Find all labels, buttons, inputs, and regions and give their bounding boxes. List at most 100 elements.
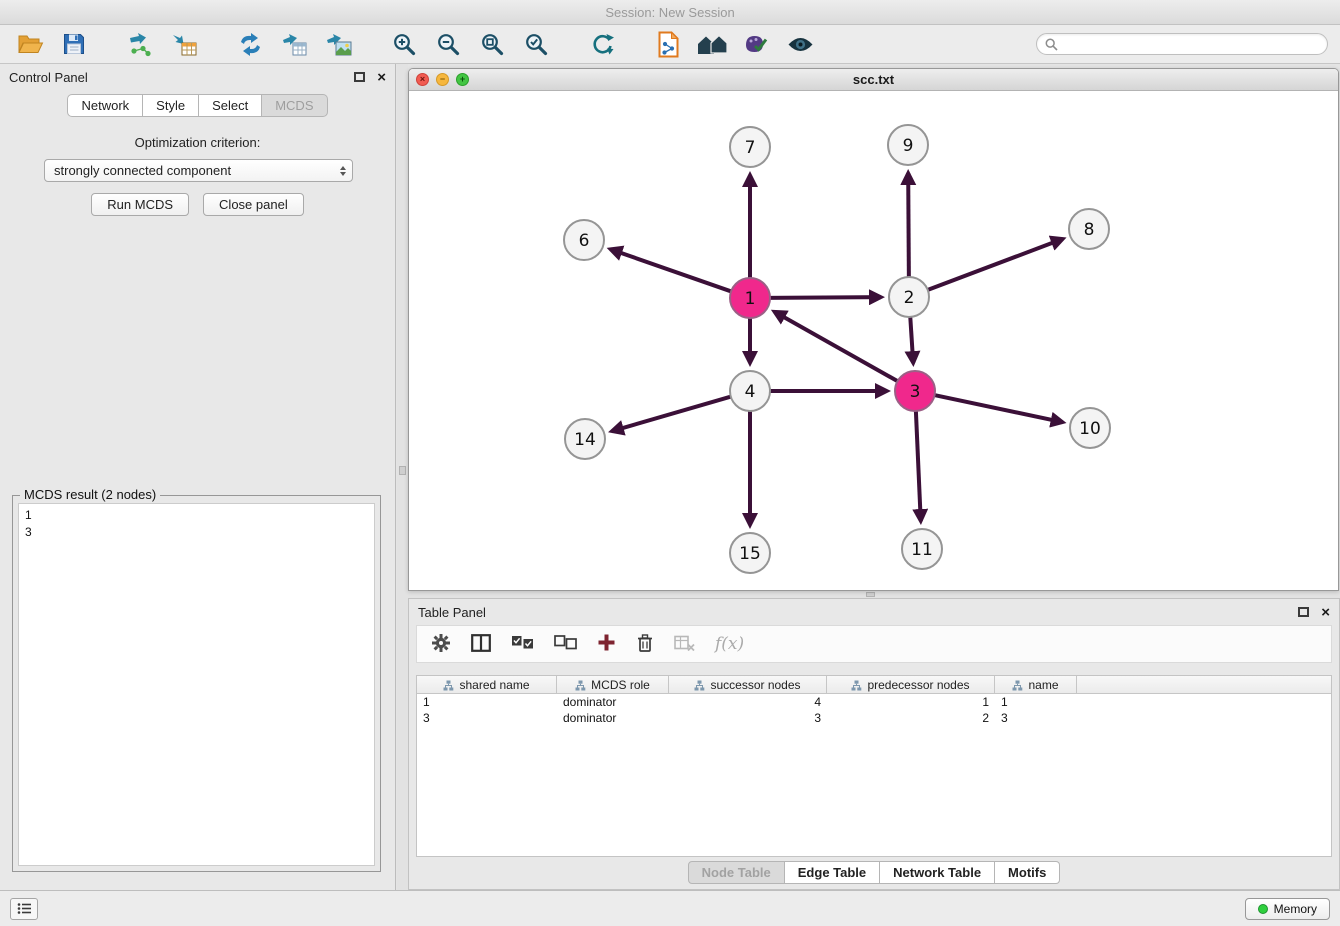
table-cell[interactable]: 1: [417, 694, 557, 710]
zoom-in-button[interactable]: [386, 28, 422, 60]
table-cell[interactable]: dominator: [557, 694, 669, 710]
graph-edge-3-1[interactable]: [774, 312, 899, 382]
save-button[interactable]: [56, 28, 92, 60]
float-panel-icon[interactable]: [354, 72, 365, 82]
tab-network[interactable]: Network: [67, 94, 143, 117]
run-mcds-button[interactable]: Run MCDS: [91, 193, 189, 216]
column-type-icon: [851, 680, 862, 691]
search-area: [1036, 33, 1328, 55]
network-graph[interactable]: 7 9 6 8 1 2 4 3 14 10 15 11: [409, 91, 1338, 591]
zoom-fit-button[interactable]: [474, 28, 510, 60]
export-table-button[interactable]: [276, 28, 312, 60]
show-details-button[interactable]: [782, 28, 818, 60]
zoom-out-button[interactable]: [430, 28, 466, 60]
graph-node-11[interactable]: 11: [902, 529, 942, 569]
column-header-successor-nodes[interactable]: successor nodes: [669, 676, 827, 694]
network-document-button[interactable]: [650, 28, 686, 60]
mcds-result-content[interactable]: 1 3: [18, 503, 375, 866]
tab-network-table[interactable]: Network Table: [880, 861, 995, 884]
zoom-selected-button[interactable]: [518, 28, 554, 60]
export-network-button[interactable]: [232, 28, 268, 60]
splitter-handle[interactable]: [866, 592, 875, 597]
table-settings-button[interactable]: [431, 633, 451, 656]
graph-node-7[interactable]: 7: [730, 127, 770, 167]
graph-edge-1-6[interactable]: [610, 249, 733, 292]
import-network-button[interactable]: [122, 28, 158, 60]
graph-node-6[interactable]: 6: [564, 220, 604, 260]
graph-edge-3-10[interactable]: [933, 395, 1063, 422]
tab-edge-table[interactable]: Edge Table: [785, 861, 880, 884]
table-row[interactable]: 1dominator411: [417, 694, 1331, 710]
tab-mcds[interactable]: MCDS: [262, 94, 327, 117]
apply-style-button[interactable]: [738, 28, 774, 60]
maximize-window-button[interactable]: +: [456, 73, 469, 86]
column-header-predecessor-nodes[interactable]: predecessor nodes: [827, 676, 995, 694]
tab-style[interactable]: Style: [143, 94, 199, 117]
search-field[interactable]: [1036, 33, 1328, 55]
close-panel-icon[interactable]: ×: [377, 70, 386, 85]
deselect-all-button[interactable]: [554, 635, 577, 653]
table-cell[interactable]: dominator: [557, 710, 669, 726]
column-header-shared-name[interactable]: shared name: [417, 676, 557, 694]
graph-node-15[interactable]: 15: [730, 533, 770, 573]
refresh-icon: [590, 32, 615, 57]
table-cell[interactable]: 3: [995, 710, 1077, 726]
show-columns-button[interactable]: [471, 634, 491, 655]
graph-edge-3-11[interactable]: [916, 409, 921, 521]
graph-edge-4-14[interactable]: [612, 396, 733, 431]
column-type-icon: [575, 680, 586, 691]
network-canvas[interactable]: 7 9 6 8 1 2 4 3 14 10 15 11: [409, 91, 1338, 590]
task-history-button[interactable]: [10, 898, 38, 920]
graph-node-2[interactable]: 2: [889, 277, 929, 317]
column-header-name[interactable]: name: [995, 676, 1077, 694]
zoom-in-icon: [392, 32, 417, 57]
graph-edge-1-2[interactable]: [768, 297, 881, 298]
table-cell[interactable]: 1: [995, 694, 1077, 710]
graph-edge-2-3[interactable]: [910, 315, 913, 363]
table-row[interactable]: 3dominator323: [417, 710, 1331, 726]
function-builder-button[interactable]: f(x): [715, 634, 744, 654]
graph-node-9[interactable]: 9: [888, 125, 928, 165]
graph-node-10[interactable]: 10: [1070, 408, 1110, 448]
graph-node-8[interactable]: 8: [1069, 209, 1109, 249]
graph-edge-2-8[interactable]: [926, 239, 1063, 291]
add-column-button[interactable]: [597, 633, 616, 655]
import-table-button[interactable]: [166, 28, 202, 60]
column-header-MCDS-role[interactable]: MCDS role: [557, 676, 669, 694]
float-table-panel-icon[interactable]: [1298, 607, 1309, 617]
optimization-criterion-select[interactable]: strongly connected component: [44, 159, 353, 182]
graph-node-1[interactable]: 1: [730, 278, 770, 318]
open-button[interactable]: [12, 28, 48, 60]
tab-select[interactable]: Select: [199, 94, 262, 117]
vertical-splitter[interactable]: [397, 64, 408, 890]
close-panel-button[interactable]: Close panel: [203, 193, 304, 216]
graph-node-3[interactable]: 3: [895, 371, 935, 411]
select-all-button[interactable]: [511, 635, 534, 653]
graph-node-label: 6: [579, 231, 590, 251]
search-input[interactable]: [1064, 37, 1319, 51]
table-cell[interactable]: 1: [827, 694, 995, 710]
splitter-handle[interactable]: [399, 466, 406, 475]
delete-table-button[interactable]: [674, 635, 695, 654]
network-window-titlebar[interactable]: scc.txt × − +: [409, 69, 1338, 91]
refresh-button[interactable]: [584, 28, 620, 60]
table-cell[interactable]: 2: [827, 710, 995, 726]
table-cell[interactable]: 4: [669, 694, 827, 710]
delete-column-button[interactable]: [636, 633, 654, 656]
home-button[interactable]: [694, 28, 730, 60]
close-window-button[interactable]: ×: [416, 73, 429, 86]
graph-edge-2-9[interactable]: [908, 173, 909, 279]
window-controls: × − +: [416, 73, 469, 86]
memory-button[interactable]: Memory: [1245, 898, 1330, 920]
graph-node-4[interactable]: 4: [730, 371, 770, 411]
tab-node-table[interactable]: Node Table: [688, 861, 785, 884]
export-image-button[interactable]: [320, 28, 356, 60]
horizontal-splitter[interactable]: [408, 591, 1340, 598]
table-cell[interactable]: 3: [417, 710, 557, 726]
graph-node-14[interactable]: 14: [565, 419, 605, 459]
import-table-icon: [171, 32, 198, 57]
close-table-panel-icon[interactable]: ×: [1321, 605, 1330, 620]
tab-motifs[interactable]: Motifs: [995, 861, 1060, 884]
table-cell[interactable]: 3: [669, 710, 827, 726]
minimize-window-button[interactable]: −: [436, 73, 449, 86]
